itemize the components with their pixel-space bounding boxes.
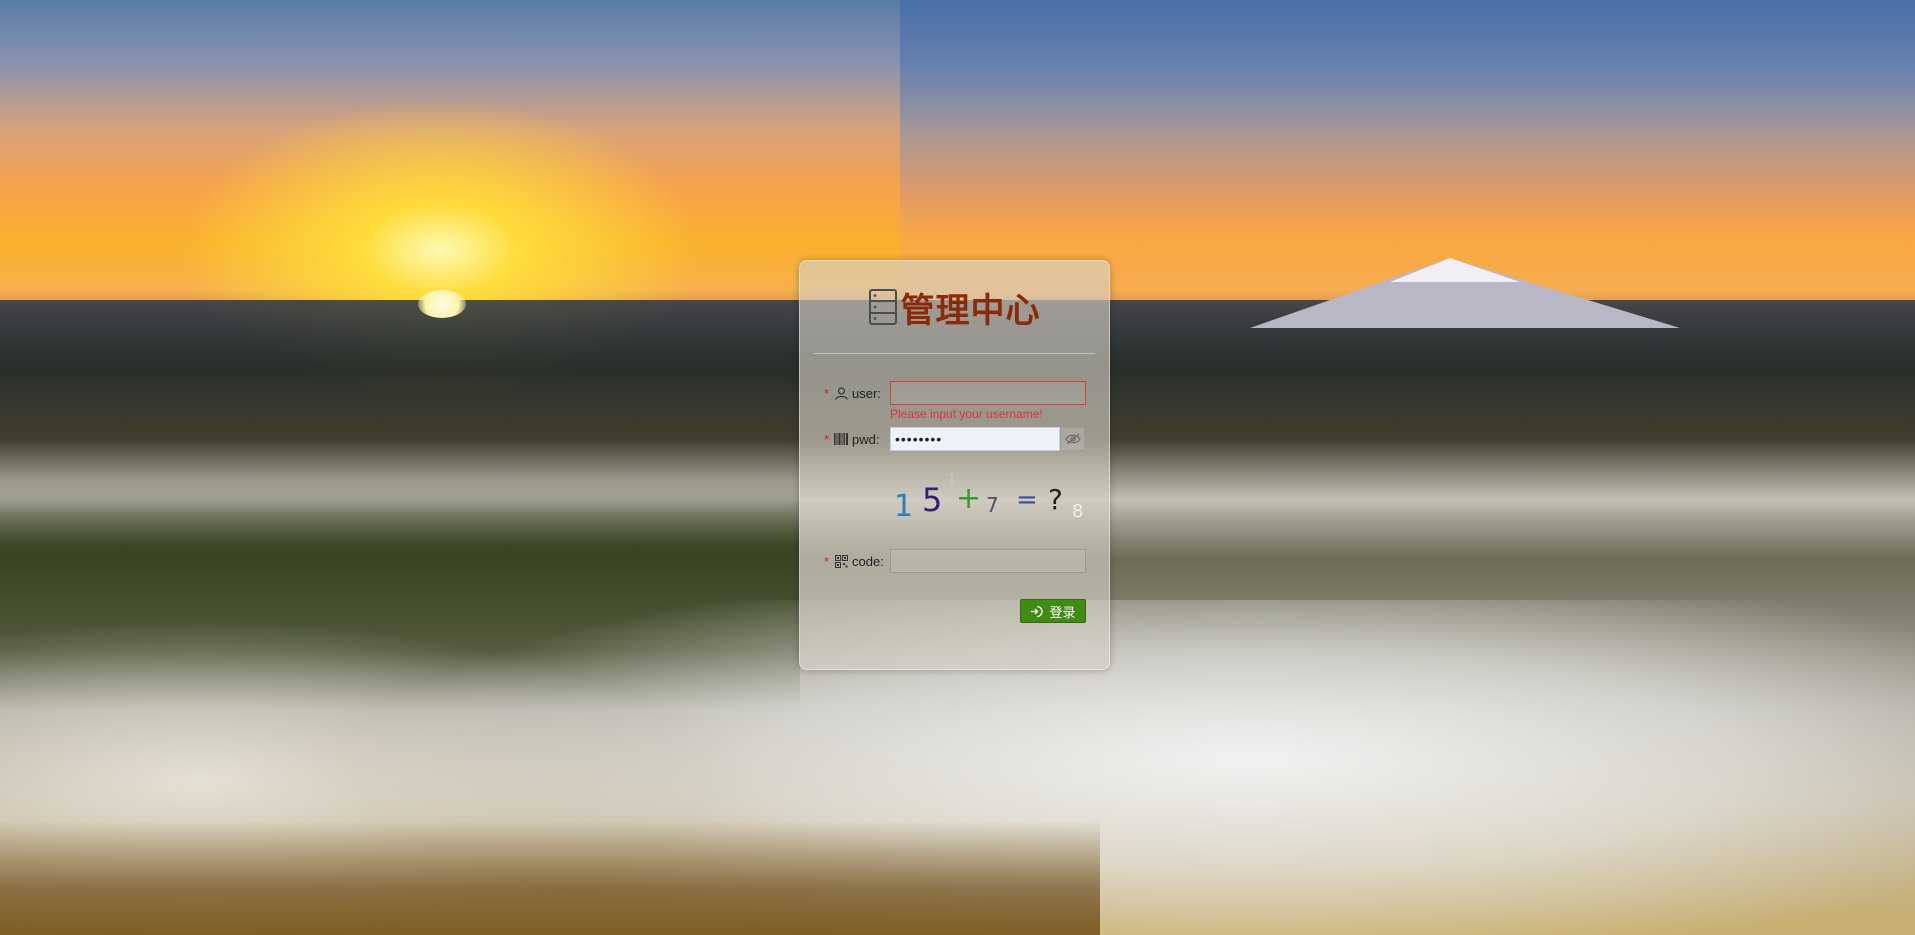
user-row: * user: — [824, 381, 890, 405]
required-mark: * — [824, 553, 830, 569]
code-row: * code: — [824, 549, 890, 573]
qrcode-icon — [834, 554, 848, 568]
header-divider — [814, 353, 1095, 354]
pwd-row: * pwd: — [824, 427, 890, 451]
user-icon — [834, 386, 848, 400]
captcha-char: 1 — [894, 489, 914, 524]
pwd-label: pwd: — [852, 431, 880, 447]
foreground-trees — [0, 820, 1100, 935]
page-title: 管理中心 — [900, 290, 1041, 331]
mountain-snowcap — [1390, 258, 1520, 282]
captcha-char: = — [1016, 485, 1038, 515]
username-input[interactable] — [890, 381, 1086, 405]
required-mark: * — [824, 431, 830, 447]
eye-off-icon — [1064, 433, 1081, 445]
server-icon — [868, 289, 897, 325]
captcha-char: ? — [1048, 483, 1063, 516]
captcha-char: 7 — [986, 493, 999, 517]
login-button[interactable]: 登录 — [1020, 599, 1086, 623]
captcha-char: + — [956, 481, 982, 516]
login-icon — [1030, 605, 1044, 618]
captcha-noise: 8 — [1072, 501, 1084, 522]
code-input[interactable] — [890, 549, 1086, 573]
login-button-label: 登录 — [1049, 605, 1076, 621]
user-label: user: — [852, 385, 881, 401]
login-panel: 管理中心 * user: Please input your username!… — [799, 260, 1110, 670]
required-mark: * — [824, 385, 830, 401]
captcha-char: 5 — [922, 481, 943, 519]
password-input[interactable] — [890, 427, 1060, 451]
barcode-icon — [834, 432, 848, 446]
captcha-image[interactable]: 1 5 + 7 = ? 8 1 — [890, 471, 1090, 533]
panel-header: 管理中心 — [800, 285, 1109, 331]
sun — [418, 290, 466, 318]
code-label: code: — [852, 553, 884, 569]
captcha-noise: 1 — [948, 471, 956, 485]
username-error: Please input your username! — [890, 407, 1043, 421]
toggle-password-button[interactable] — [1060, 427, 1085, 451]
